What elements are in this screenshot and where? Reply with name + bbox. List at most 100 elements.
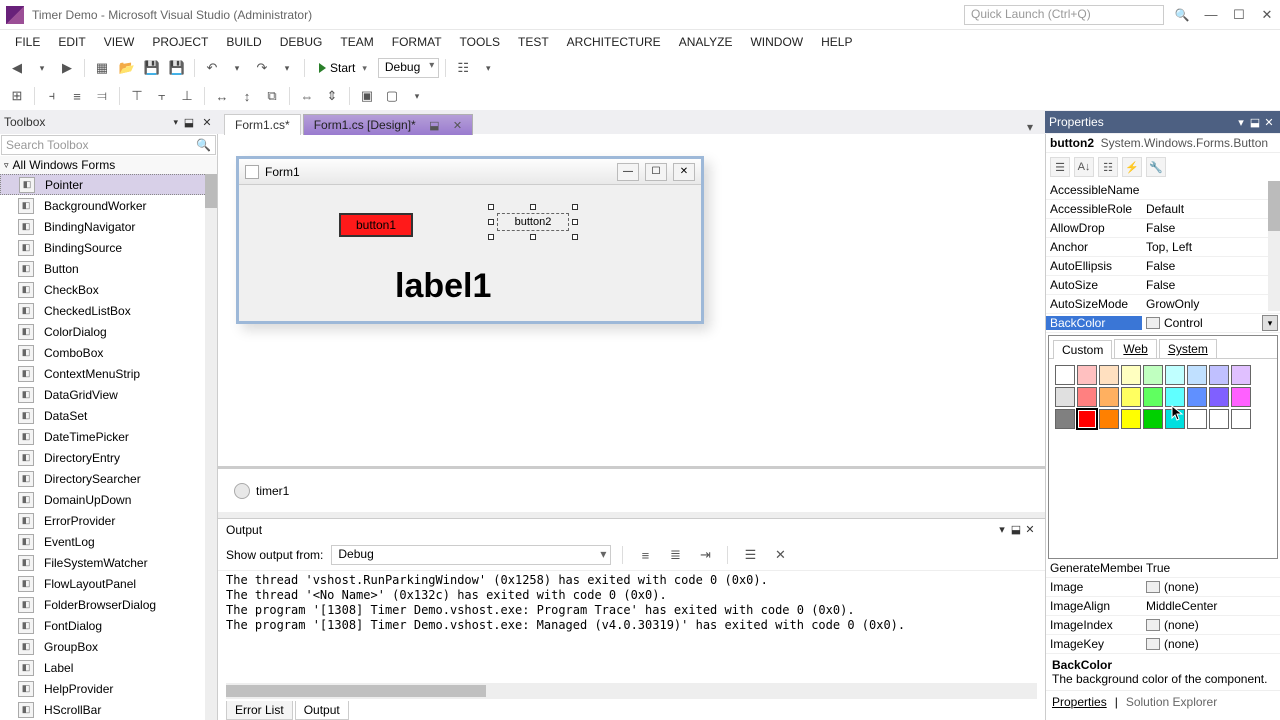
property-row[interactable]: AnchorTop, Left xyxy=(1046,238,1280,257)
color-swatch[interactable] xyxy=(1187,387,1207,407)
scrollbar-thumb[interactable] xyxy=(205,174,217,208)
minimize-button[interactable]: — xyxy=(1204,8,1218,22)
align-center-icon[interactable]: ≡ xyxy=(66,85,88,107)
menu-team[interactable]: TEAM xyxy=(331,32,382,52)
chevron-down-icon[interactable]: ▾ xyxy=(995,523,1009,536)
undo-icon[interactable]: ↶ xyxy=(201,57,223,79)
property-row[interactable]: Image(none) xyxy=(1046,578,1280,597)
color-swatch[interactable] xyxy=(1165,409,1185,429)
tab-web[interactable]: Web xyxy=(1114,339,1156,358)
property-row[interactable]: ImageIndex(none) xyxy=(1046,616,1280,635)
pin-icon[interactable]: ⬓ xyxy=(182,116,196,129)
color-swatch[interactable] xyxy=(1165,387,1185,407)
tray-item-timer1[interactable]: timer1 xyxy=(256,484,289,498)
property-row[interactable]: AutoSizeFalse xyxy=(1046,276,1280,295)
color-swatch[interactable] xyxy=(1209,387,1229,407)
color-swatch[interactable] xyxy=(1143,409,1163,429)
property-value[interactable]: True xyxy=(1142,561,1280,575)
property-value[interactable]: (none) xyxy=(1142,637,1280,651)
tab-solution-explorer[interactable]: Solution Explorer xyxy=(1126,695,1217,709)
menu-view[interactable]: VIEW xyxy=(95,32,144,52)
nav-forward-icon[interactable]: ▶ xyxy=(56,57,78,79)
toolbox-item-domainupdown[interactable]: ◧DomainUpDown xyxy=(0,489,217,510)
toolbox-item-backgroundworker[interactable]: ◧BackgroundWorker xyxy=(0,195,217,216)
toolbox-item-flowlayoutpanel[interactable]: ◧FlowLayoutPanel xyxy=(0,573,217,594)
new-project-icon[interactable]: ▦ xyxy=(91,57,113,79)
property-value[interactable]: (none) xyxy=(1142,580,1280,594)
start-debug-button[interactable]: Start ▾ xyxy=(311,57,375,79)
output-clear-all-icon[interactable]: ✕ xyxy=(769,544,791,566)
form-maximize-button[interactable]: ☐ xyxy=(645,163,667,181)
color-swatch[interactable] xyxy=(1099,365,1119,385)
color-swatch[interactable] xyxy=(1055,365,1075,385)
color-swatch[interactable] xyxy=(1187,365,1207,385)
scrollbar-thumb[interactable] xyxy=(226,685,486,697)
toolbox-item-fontdialog[interactable]: ◧FontDialog xyxy=(0,615,217,636)
redo-icon[interactable]: ↷ xyxy=(251,57,273,79)
close-icon[interactable]: ✕ xyxy=(1262,116,1276,129)
color-swatch[interactable] xyxy=(1077,387,1097,407)
toolbox-search-input[interactable]: Search Toolbox 🔍 xyxy=(1,135,216,155)
form-minimize-button[interactable]: — xyxy=(617,163,639,181)
tab-properties[interactable]: Properties xyxy=(1052,695,1107,709)
property-value[interactable]: (none) xyxy=(1142,618,1280,632)
close-button[interactable]: ✕ xyxy=(1260,8,1274,22)
toolbox-item-combobox[interactable]: ◧ComboBox xyxy=(0,342,217,363)
property-value[interactable]: False xyxy=(1142,221,1280,235)
property-row[interactable]: AccessibleName xyxy=(1046,181,1280,200)
categorized-icon[interactable]: ☰ xyxy=(1050,157,1070,177)
tab-custom[interactable]: Custom xyxy=(1053,340,1112,359)
save-icon[interactable]: 💾 xyxy=(141,57,163,79)
toolbox-item-bindingnavigator[interactable]: ◧BindingNavigator xyxy=(0,216,217,237)
toolbox-category[interactable]: ▿ All Windows Forms xyxy=(0,156,217,174)
property-row-backcolor[interactable]: BackColorControl▾ xyxy=(1046,314,1280,333)
color-swatch[interactable] xyxy=(1231,387,1251,407)
property-row[interactable]: ImageKey(none) xyxy=(1046,635,1280,654)
toolbox-item-datagridview[interactable]: ◧DataGridView xyxy=(0,384,217,405)
designed-button2[interactable]: button2 xyxy=(497,213,569,231)
toolbox-item-bindingsource[interactable]: ◧BindingSource xyxy=(0,237,217,258)
output-clear-icon[interactable]: ≡ xyxy=(634,544,656,566)
menu-help[interactable]: HELP xyxy=(812,32,861,52)
nav-back-icon[interactable]: ◀ xyxy=(6,57,28,79)
tab-form1-design[interactable]: Form1.cs [Design]* ⬓ ✕ xyxy=(303,114,473,135)
toolbox-item-eventlog[interactable]: ◧EventLog xyxy=(0,531,217,552)
toolbox-item-filesystemwatcher[interactable]: ◧FileSystemWatcher xyxy=(0,552,217,573)
toolbox-item-colordialog[interactable]: ◧ColorDialog xyxy=(0,321,217,342)
properties-icon[interactable]: ☷ xyxy=(1098,157,1118,177)
color-swatch[interactable] xyxy=(1055,387,1075,407)
color-swatch[interactable] xyxy=(1231,365,1251,385)
align-right-icon[interactable]: ⫤ xyxy=(91,85,113,107)
property-grid-bottom[interactable]: GenerateMemberTrueImage(none)ImageAlignM… xyxy=(1046,559,1280,654)
chevron-down-icon[interactable]: ▾ xyxy=(276,57,298,79)
form-close-button[interactable]: ✕ xyxy=(673,163,695,181)
alphabetical-icon[interactable]: A↓ xyxy=(1074,157,1094,177)
menu-test[interactable]: TEST xyxy=(509,32,558,52)
pin-icon[interactable]: ⬓ xyxy=(1248,116,1262,129)
menu-edit[interactable]: EDIT xyxy=(49,32,94,52)
designer-surface[interactable]: Form1 — ☐ ✕ button1 button2 label1 xyxy=(218,134,1045,466)
chevron-down-icon[interactable]: ▾ xyxy=(1234,116,1248,129)
color-swatch[interactable] xyxy=(1121,365,1141,385)
tab-form1-cs[interactable]: Form1.cs* xyxy=(224,114,301,135)
chevron-down-icon[interactable]: ▾ xyxy=(406,85,428,107)
align-middle-icon[interactable]: ⫟ xyxy=(151,85,173,107)
property-value[interactable]: Default xyxy=(1142,202,1280,216)
color-swatch[interactable] xyxy=(1099,409,1119,429)
output-source-dropdown[interactable]: Debug xyxy=(331,545,611,565)
align-bottom-icon[interactable]: ⊥ xyxy=(176,85,198,107)
property-pages-icon[interactable]: 🔧 xyxy=(1146,157,1166,177)
chevron-down-icon[interactable]: ▾ xyxy=(477,57,499,79)
toolbox-item-hscrollbar[interactable]: ◧HScrollBar xyxy=(0,699,217,720)
chevron-down-icon[interactable]: ▾ xyxy=(226,57,248,79)
toolbox-item-helpprovider[interactable]: ◧HelpProvider xyxy=(0,678,217,699)
vspace-icon[interactable]: ↕ xyxy=(236,85,258,107)
designed-form[interactable]: Form1 — ☐ ✕ button1 button2 label1 xyxy=(236,156,704,324)
toolbox-item-directorysearcher[interactable]: ◧DirectorySearcher xyxy=(0,468,217,489)
save-all-icon[interactable]: 💾 xyxy=(166,57,188,79)
toolbox-item-label[interactable]: ◧Label xyxy=(0,657,217,678)
size-icon[interactable]: ⧉ xyxy=(261,85,283,107)
property-row[interactable]: AutoSizeModeGrowOnly xyxy=(1046,295,1280,314)
menu-window[interactable]: WINDOW xyxy=(741,32,812,52)
toolbox-item-checkedlistbox[interactable]: ◧CheckedListBox xyxy=(0,300,217,321)
